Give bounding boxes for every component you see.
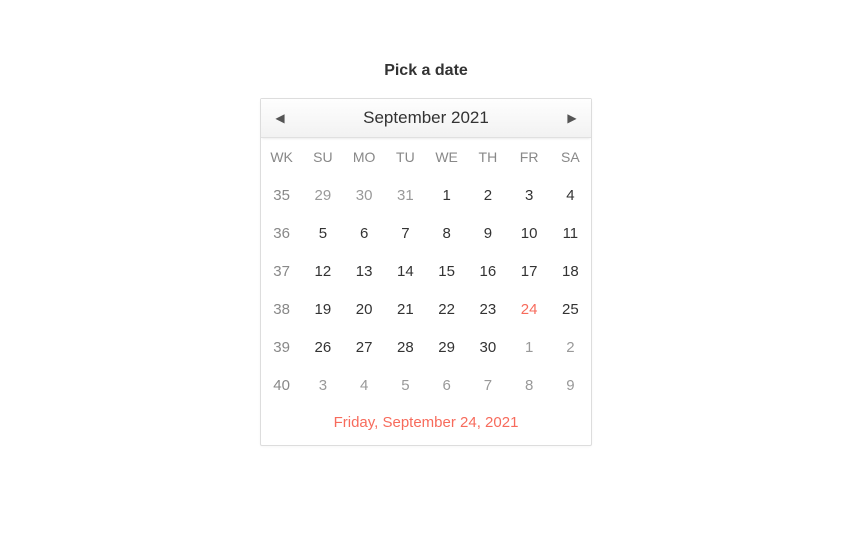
day-cell[interactable]: 23 — [467, 290, 508, 328]
day-cell-other-month[interactable]: 4 — [344, 366, 385, 404]
day-cell[interactable]: 10 — [509, 214, 550, 252]
week-number: 36 — [261, 214, 302, 252]
col-su: SU — [302, 138, 343, 176]
day-cell[interactable]: 18 — [550, 252, 591, 290]
week-number: 35 — [261, 176, 302, 214]
calendar-row: 36567891011 — [261, 214, 591, 252]
calendar-grid: WK SU MO TU WE TH FR SA 3529303112343656… — [261, 138, 591, 404]
day-cell[interactable]: 20 — [344, 290, 385, 328]
day-cell[interactable]: 12 — [302, 252, 343, 290]
day-cell[interactable]: 22 — [426, 290, 467, 328]
triangle-left-icon: ◀ — [275, 111, 284, 125]
day-cell[interactable]: 9 — [467, 214, 508, 252]
day-cell[interactable]: 8 — [426, 214, 467, 252]
day-cell[interactable]: 17 — [509, 252, 550, 290]
day-cell[interactable]: 30 — [467, 328, 508, 366]
day-cell-other-month[interactable]: 2 — [550, 328, 591, 366]
col-sa: SA — [550, 138, 591, 176]
triangle-right-icon: ▶ — [567, 111, 576, 125]
week-number: 40 — [261, 366, 302, 404]
selected-date-label: Friday, September 24, 2021 — [261, 404, 591, 445]
day-cell-other-month[interactable]: 5 — [385, 366, 426, 404]
col-mo: MO — [344, 138, 385, 176]
day-cell-other-month[interactable]: 3 — [302, 366, 343, 404]
day-cell[interactable]: 19 — [302, 290, 343, 328]
calendar-row: 3712131415161718 — [261, 252, 591, 290]
date-picker: ◀ September 2021 ▶ WK SU MO TU WE TH FR … — [260, 98, 592, 446]
page-title: Pick a date — [384, 62, 468, 80]
calendar-row: 39262728293012 — [261, 328, 591, 366]
day-cell[interactable]: 28 — [385, 328, 426, 366]
week-number: 39 — [261, 328, 302, 366]
day-cell[interactable]: 15 — [426, 252, 467, 290]
day-cell[interactable]: 29 — [426, 328, 467, 366]
day-cell[interactable]: 1 — [426, 176, 467, 214]
calendar-header: ◀ September 2021 ▶ — [261, 99, 591, 138]
day-header-row: WK SU MO TU WE TH FR SA — [261, 138, 591, 176]
calendar-row: 352930311234 — [261, 176, 591, 214]
col-we: WE — [426, 138, 467, 176]
day-cell-other-month[interactable]: 30 — [344, 176, 385, 214]
col-wk: WK — [261, 138, 302, 176]
prev-month-button[interactable]: ◀ — [261, 99, 299, 137]
col-fr: FR — [509, 138, 550, 176]
day-cell[interactable]: 26 — [302, 328, 343, 366]
week-number: 37 — [261, 252, 302, 290]
day-cell[interactable]: 7 — [385, 214, 426, 252]
day-cell[interactable]: 4 — [550, 176, 591, 214]
day-cell-other-month[interactable]: 9 — [550, 366, 591, 404]
day-cell[interactable]: 14 — [385, 252, 426, 290]
day-cell[interactable]: 2 — [467, 176, 508, 214]
day-cell[interactable]: 21 — [385, 290, 426, 328]
day-cell-other-month[interactable]: 31 — [385, 176, 426, 214]
day-cell-other-month[interactable]: 6 — [426, 366, 467, 404]
month-year-label[interactable]: September 2021 — [363, 108, 489, 128]
col-tu: TU — [385, 138, 426, 176]
calendar-row: 403456789 — [261, 366, 591, 404]
next-month-button[interactable]: ▶ — [553, 99, 591, 137]
day-cell-other-month[interactable]: 8 — [509, 366, 550, 404]
day-cell-today[interactable]: 24 — [509, 290, 550, 328]
day-cell[interactable]: 25 — [550, 290, 591, 328]
day-cell[interactable]: 13 — [344, 252, 385, 290]
day-cell[interactable]: 11 — [550, 214, 591, 252]
day-cell[interactable]: 16 — [467, 252, 508, 290]
calendar-row: 3819202122232425 — [261, 290, 591, 328]
day-cell[interactable]: 27 — [344, 328, 385, 366]
day-cell[interactable]: 6 — [344, 214, 385, 252]
day-cell-other-month[interactable]: 1 — [509, 328, 550, 366]
col-th: TH — [467, 138, 508, 176]
day-cell-other-month[interactable]: 7 — [467, 366, 508, 404]
day-cell[interactable]: 3 — [509, 176, 550, 214]
day-cell-other-month[interactable]: 29 — [302, 176, 343, 214]
day-cell[interactable]: 5 — [302, 214, 343, 252]
week-number: 38 — [261, 290, 302, 328]
